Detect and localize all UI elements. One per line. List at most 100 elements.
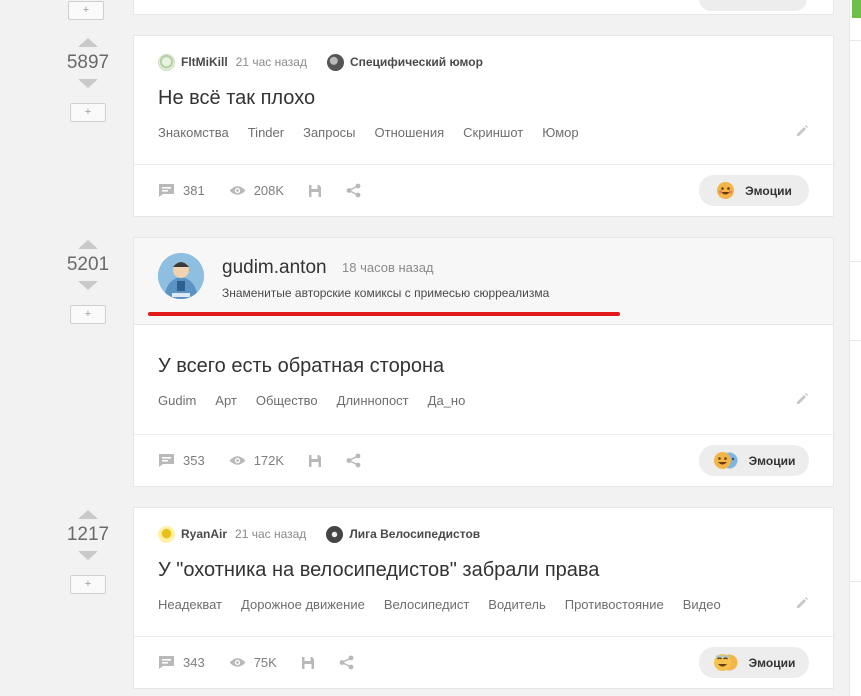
author-link[interactable]: FltMiKill (181, 55, 228, 69)
edit-pencil-icon[interactable] (795, 392, 809, 406)
tag[interactable]: Отношения (375, 125, 445, 140)
story-footer: 343 75K Эмоции (134, 636, 833, 688)
tag[interactable]: Водитель (488, 597, 545, 612)
downvote-button[interactable] (78, 79, 98, 88)
comments-count: 381 (183, 183, 205, 198)
upvote-button[interactable] (78, 38, 98, 47)
share-icon[interactable] (346, 453, 361, 468)
story-card: RyanAir 21 час назад Лига Велосипедистов… (133, 507, 834, 689)
tag[interactable]: Неадекват (158, 597, 222, 612)
community-link[interactable]: Лига Велосипедистов (349, 527, 480, 541)
edit-pencil-icon[interactable] (795, 596, 809, 610)
tag[interactable]: Общество (256, 393, 318, 408)
story-card: FltMiKill 21 час назад Специфический юмо… (133, 35, 834, 217)
story-title[interactable]: Не всё так плохо (158, 86, 809, 110)
upvote-button[interactable] (78, 510, 98, 519)
save-icon[interactable] (308, 184, 322, 198)
author-name[interactable]: gudim.anton (222, 257, 327, 279)
vote-column: 1217 + (58, 510, 118, 594)
post-time: 18 часов назад (342, 260, 434, 275)
vote-column: 5201 + (58, 240, 118, 324)
story-meta: FltMiKill 21 час назад Специфический юмо… (158, 53, 809, 71)
emotions-label: Эмоции (748, 655, 796, 670)
tag[interactable]: Знакомства (158, 125, 229, 140)
post-time: 21 час назад (235, 55, 307, 69)
rating-value: 5201 (66, 254, 110, 275)
add-plus-button[interactable]: + (70, 103, 106, 122)
avatar[interactable] (158, 53, 175, 71)
tag[interactable]: Арт (215, 393, 237, 408)
story-meta: RyanAir 21 час назад Лига Велосипедистов (158, 525, 809, 543)
tag-list: Gudim Арт Общество Длиннопост Да_но (158, 390, 809, 410)
tag[interactable]: Скриншот (463, 125, 523, 140)
comments-count: 353 (183, 453, 205, 468)
comment-icon (159, 184, 174, 197)
comment-icon (159, 656, 174, 669)
tag[interactable]: Юмор (542, 125, 578, 140)
tag[interactable]: Gudim (158, 393, 196, 408)
eye-icon (229, 186, 246, 195)
emotions-button[interactable] (699, 0, 807, 11)
story-footer: 353 172K Эмоции (134, 434, 833, 486)
views-counter: 75K (229, 655, 277, 670)
tag[interactable]: Велосипедист (384, 597, 469, 612)
rating-value: 5897 (66, 52, 110, 73)
downvote-button[interactable] (78, 281, 98, 290)
emotions-label: Эмоции (748, 453, 796, 468)
story-feed: + 5897 + FltMiKill 21 час назад Специфич… (0, 0, 861, 696)
tag[interactable]: Tinder (248, 125, 284, 140)
tag[interactable]: Дорожное движение (241, 597, 365, 612)
add-plus-button[interactable]: + (68, 1, 104, 20)
edit-pencil-icon[interactable] (795, 124, 809, 138)
emotions-button[interactable]: Эмоции (699, 647, 809, 678)
comments-counter[interactable]: 381 (158, 183, 205, 198)
post-time: 21 час назад (235, 527, 307, 541)
rating-value: 1217 (66, 524, 110, 545)
author-description: Знаменитые авторские комиксы с примесью … (222, 286, 550, 300)
red-underline-annotation (148, 312, 620, 316)
community-avatar[interactable] (326, 525, 344, 543)
author-avatar[interactable] (158, 253, 204, 299)
story-card: gudim.anton 18 часов назад Знаменитые ав… (133, 237, 834, 487)
previous-story-card (133, 0, 834, 15)
comments-counter[interactable]: 353 (158, 453, 205, 468)
emoji-face-icon (716, 181, 735, 200)
views-count: 208K (253, 183, 285, 198)
eye-icon (229, 456, 246, 465)
tag[interactable]: Запросы (303, 125, 355, 140)
community-link[interactable]: Специфический юмор (350, 55, 483, 69)
emoji-faces-icon (713, 653, 739, 672)
upvote-button[interactable] (78, 240, 98, 249)
tag[interactable]: Длиннопост (337, 393, 409, 408)
add-plus-button[interactable]: + (70, 575, 106, 594)
views-counter: 208K (229, 183, 284, 198)
views-count: 172K (253, 453, 285, 468)
views-counter: 172K (229, 453, 284, 468)
story-title[interactable]: У "охотника на велосипедистов" забрали п… (158, 558, 809, 582)
emotions-button[interactable]: Эмоции (699, 175, 809, 206)
tag[interactable]: Видео (683, 597, 721, 612)
comments-counter[interactable]: 343 (158, 655, 205, 670)
author-link[interactable]: RyanAir (181, 527, 227, 541)
comments-count: 343 (183, 655, 205, 670)
community-avatar[interactable] (326, 53, 344, 71)
emotions-button[interactable]: Эмоции (699, 445, 809, 476)
story-title[interactable]: У всего есть обратная сторона (158, 354, 809, 378)
green-accent-bar (852, 0, 861, 18)
avatar[interactable] (158, 525, 175, 543)
views-count: 75K (253, 655, 277, 670)
tag-list: Неадекват Дорожное движение Велосипедист… (158, 594, 809, 614)
share-icon[interactable] (346, 183, 361, 198)
tag[interactable]: Да_но (428, 393, 466, 408)
eye-icon (229, 658, 246, 667)
vote-column: + (56, 0, 116, 20)
emotions-label: Эмоции (745, 183, 792, 198)
share-icon[interactable] (339, 655, 354, 670)
tag[interactable]: Противостояние (565, 597, 664, 612)
save-icon[interactable] (308, 454, 322, 468)
save-icon[interactable] (301, 656, 315, 670)
emoji-faces-icon (713, 451, 739, 470)
add-plus-button[interactable]: + (70, 305, 106, 324)
comment-icon (159, 454, 174, 467)
downvote-button[interactable] (78, 551, 98, 560)
